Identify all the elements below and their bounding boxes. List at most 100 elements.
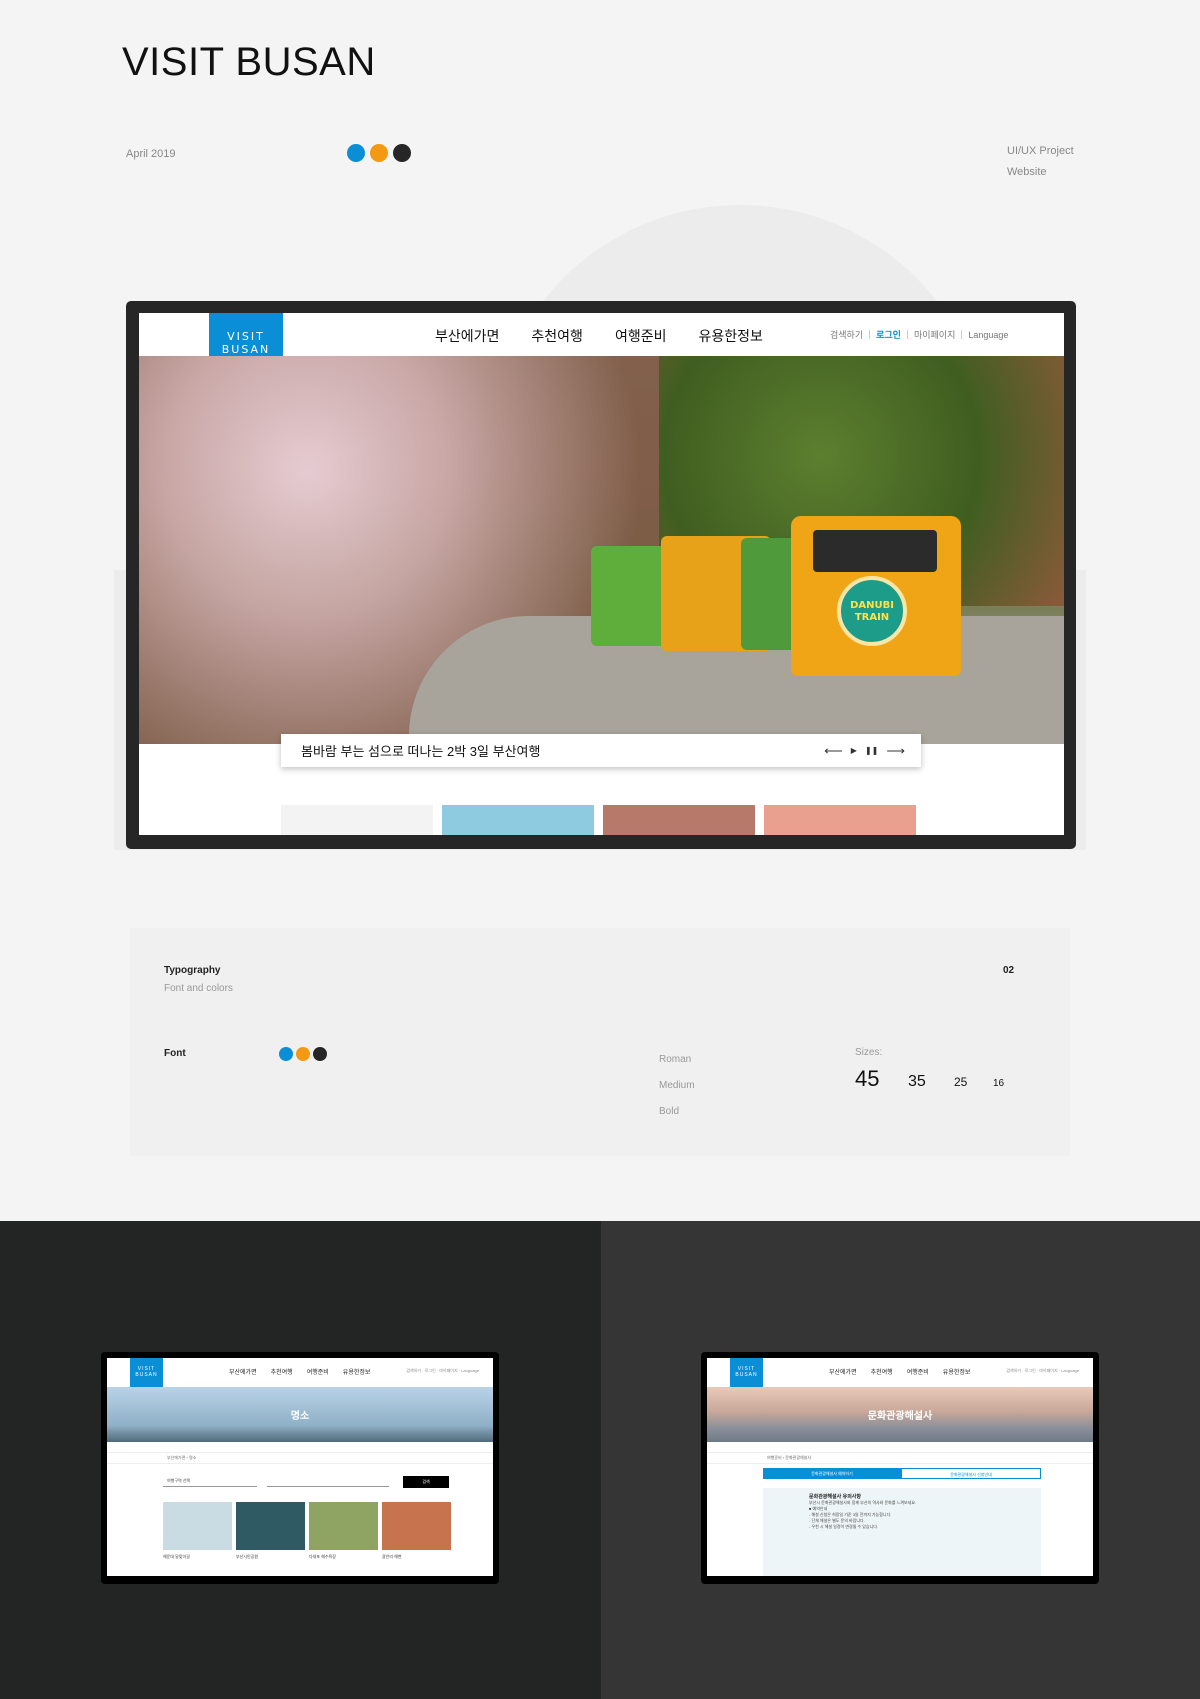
card-caption: 부산시민공원 [236,1554,259,1559]
language-link[interactable]: Language [968,330,1008,340]
thumbnail-row [281,805,916,835]
thumbnail-card[interactable] [281,805,433,835]
thumbnail-card[interactable] [603,805,755,835]
attraction-card[interactable] [382,1502,451,1550]
page-title: VISIT BUSAN [122,40,376,84]
mini-screen: VISIT BUSAN 부산에가면 추천여행 여행준비 유용한정보 검색하기 ·… [107,1358,493,1576]
train-window [813,530,937,572]
divider [869,330,871,339]
attraction-cards [163,1502,451,1550]
size-35: 35 [908,1073,926,1090]
sizes-label: Sizes: [855,1047,883,1058]
mini-logo[interactable]: VISIT BUSAN [730,1358,763,1387]
search-link[interactable]: 검색하기 [830,328,863,341]
mini-nav-item[interactable]: 여행준비 [307,1367,329,1376]
mini-screen: VISIT BUSAN 부산에가면 추천여행 여행준비 유용한정보 검색하기 ·… [707,1358,1093,1576]
hero-caption: 봄바람 부는 섬으로 떠나는 2박 3일 부산여행 [301,744,541,759]
hero-caption-bar: 봄바람 부는 섬으로 떠나는 2박 3일 부산여행 ⟵ ▶ ❚❚ ⟶ [281,734,921,767]
search-input[interactable] [267,1478,389,1487]
mini-nav-item[interactable]: 부산에가면 [229,1367,257,1376]
next-arrow-icon[interactable]: ⟶ [886,743,905,759]
nav-item-recommend[interactable]: 추천여행 [531,326,583,346]
guide-page-mockup: VISIT BUSAN 부산에가면 추천여행 여행준비 유용한정보 검색하기 ·… [701,1352,1099,1584]
mini-nav-item[interactable]: 유용한정보 [943,1367,971,1376]
weight-roman: Roman [659,1054,692,1065]
nav-item-busan[interactable]: 부산에가면 [435,326,499,346]
mini-nav-item[interactable]: 부산에가면 [829,1367,857,1376]
font-sizes: 45 35 25 16 [855,1066,1004,1092]
size-25: 25 [954,1075,968,1089]
attractions-page-mockup: VISIT BUSAN 부산에가면 추천여행 여행준비 유용한정보 검색하기 ·… [101,1352,499,1584]
swatch-orange [296,1047,310,1061]
guide-tabs: 문화관광해설사 예약하기 문화관광해설사 신청안내 [763,1468,1041,1479]
prev-arrow-icon[interactable]: ⟵ [824,743,843,759]
search-button[interactable]: 검색 [403,1476,449,1488]
login-link[interactable]: 로그인 [876,328,901,341]
mini-hero-title: 문화관광해설사 [867,1411,933,1422]
card-caption: 해운대 달맞이길 [163,1554,190,1559]
size-45: 45 [855,1066,880,1091]
swatch-black [313,1047,327,1061]
swatch-blue [279,1047,293,1061]
mini-nav-item[interactable]: 추천여행 [271,1367,293,1376]
danubi-train: DANUBI TRAIN [591,516,971,678]
attraction-card[interactable] [236,1502,305,1550]
weight-bold: Bold [659,1106,680,1117]
train-badge: DANUBI TRAIN [837,576,907,646]
utility-nav: 검색하기 로그인 마이페이지 Language [830,328,1008,341]
meta-platform: Website [1007,166,1047,178]
section-subtitle: Font and colors [164,983,233,994]
font-weights: Roman Medium Bold [659,1047,695,1125]
mini-nav: 부산에가면 추천여행 여행준비 유용한정보 [829,1367,970,1376]
thumbnail-card[interactable] [764,805,916,835]
mypage-link[interactable]: 마이페이지 [914,328,955,341]
size-16: 16 [993,1078,1005,1089]
typography-card [130,928,1070,1156]
logo-line-2: BUSAN [221,343,271,356]
mini-nav-item[interactable]: 유용한정보 [343,1367,371,1376]
nav-item-prepare[interactable]: 여행준비 [615,326,667,346]
weight-medium: Medium [659,1080,695,1091]
tab-apply[interactable]: 문화관광해설사 신청안내 [901,1468,1041,1479]
nav-item-info[interactable]: 유용한정보 [698,326,762,346]
tab-reserve[interactable]: 문화관광해설사 예약하기 [763,1468,901,1479]
font-label: Font [164,1048,186,1059]
portfolio-page: VISIT BUSAN April 2019 UI/UX Project Web… [0,0,1200,1699]
attraction-card[interactable] [309,1502,378,1550]
section-title: Typography [164,965,221,976]
divider [906,330,908,339]
divider [961,330,963,339]
mini-nav: 부산에가면 추천여행 여행준비 유용한정보 [229,1367,370,1376]
section-number: 02 [1003,965,1015,976]
badge-line-2: TRAIN [854,612,890,623]
notice-box: 문화관광해설사 유의사항 부산시 문화관광해설사와 함께 부산의 역사와 문화를… [763,1488,1041,1576]
badge-line-1: DANUBI [850,600,894,611]
mini-logo[interactable]: VISIT BUSAN [130,1358,163,1387]
mini-nav-item[interactable]: 여행준비 [907,1367,929,1376]
color-swatches [347,144,411,162]
hero-image: DANUBI TRAIN [139,356,1064,744]
font-color-swatches [279,1047,327,1061]
project-meta: UI/UX Project Website [1007,141,1074,183]
thumbnail-card[interactable] [442,805,594,835]
breadcrumb: 부산에가면 › 명소 [107,1452,493,1464]
website-screen: VISIT BUSAN 부산에가면 추천여행 여행준비 유용한정보 검색하기 로… [139,313,1064,835]
swatch-orange [370,144,388,162]
mini-hero: 문화관광해설사 [707,1387,1093,1442]
mini-nav-item[interactable]: 추천여행 [871,1367,893,1376]
attraction-card[interactable] [163,1502,232,1550]
notice-line: - 우천 시 해설 일정이 변경될 수 있습니다. [809,1524,879,1529]
mini-hero-title: 명소 [290,1411,310,1422]
card-caption: 광안리 해변 [382,1554,402,1559]
slider-controls: ⟵ ▶ ❚❚ ⟶ [824,743,905,759]
card-caption: 다대포 해수욕장 [309,1554,336,1559]
breadcrumb: 여행준비 › 문화관광해설사 [707,1452,1093,1464]
play-icon[interactable]: ▶ [851,746,857,755]
desktop-mockup: VISIT BUSAN 부산에가면 추천여행 여행준비 유용한정보 검색하기 로… [126,301,1076,849]
mini-util[interactable]: 검색하기 · 로그인 · 마이페이지 · Language [406,1368,479,1374]
pause-icon[interactable]: ❚❚ [865,746,878,755]
mini-util[interactable]: 검색하기 · 로그인 · 마이페이지 · Language [1006,1368,1079,1374]
project-date: April 2019 [126,148,176,160]
meta-type: UI/UX Project [1007,145,1074,157]
region-select[interactable]: 여행구역 선택 [163,1478,257,1487]
